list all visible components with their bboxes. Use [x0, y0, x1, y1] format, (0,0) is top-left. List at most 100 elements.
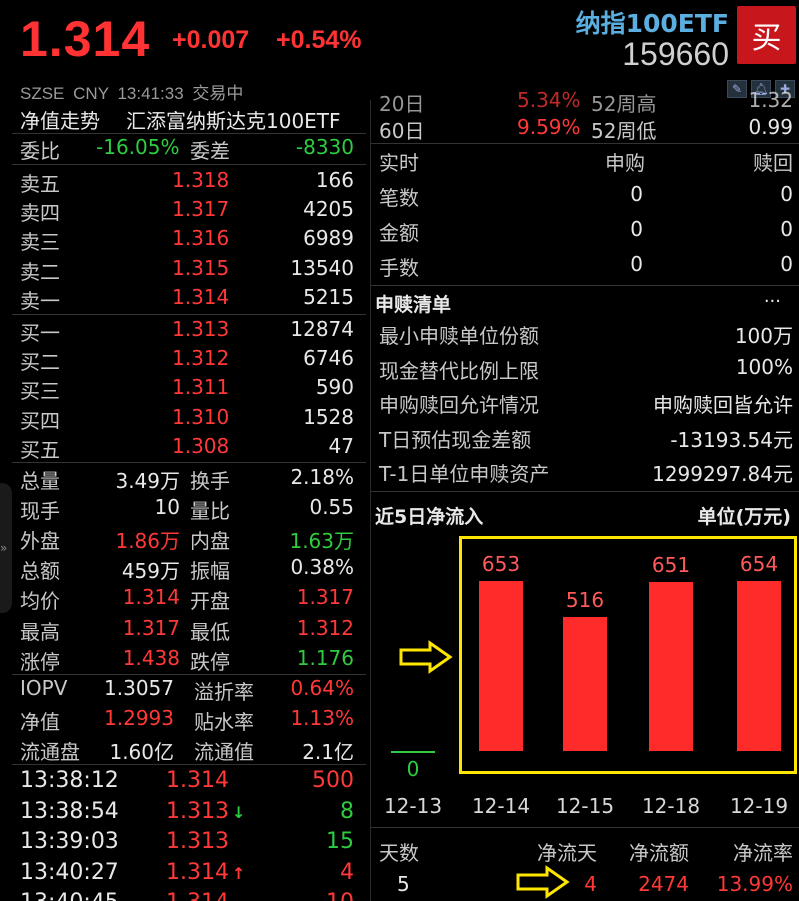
stat-label: 总量: [20, 469, 60, 493]
subscribe-label: 申购: [605, 151, 645, 175]
annotation-arrow-icon: [399, 640, 453, 674]
stat-label: 流通值: [194, 740, 254, 764]
etf-code: 159660: [622, 36, 729, 72]
bar-value-label: 653: [481, 552, 521, 576]
x-tick-label: 12-15: [555, 794, 615, 818]
unit-label: 单位(万元): [697, 506, 791, 528]
chart-bar: [563, 617, 607, 751]
stat-label: 溢折率: [194, 680, 254, 704]
more-button[interactable]: ...: [764, 286, 781, 307]
ask-volume: 4205: [303, 197, 354, 222]
divider: [371, 143, 799, 144]
stat-value: 0.64%: [290, 676, 354, 700]
bid-volume: 590: [315, 375, 354, 400]
ask-label: 卖五: [20, 172, 60, 196]
divider: [371, 285, 799, 286]
redeem-value: 0: [780, 252, 793, 276]
tick-row: 13:38:54 1.313 ↓ 8: [20, 799, 354, 829]
x-tick-label: 12-14: [471, 794, 531, 818]
week52-label: 52周低: [591, 119, 657, 143]
bid-label: 买四: [20, 408, 60, 433]
bid-volume: 47: [328, 433, 354, 458]
stat-row: 涨停 1.438 跌停 1.176: [20, 646, 354, 676]
realtime-row-label: 金额: [379, 221, 419, 245]
redemption-label: 现金替代比例上限: [379, 358, 539, 383]
bid-volume: 6746: [303, 346, 354, 371]
divider: [12, 764, 366, 765]
redemption-label: T日预估现金差额: [379, 427, 532, 452]
stat-label: 均价: [20, 589, 60, 614]
tick-price: 1.314: [166, 890, 229, 901]
stat-value: 1.2993: [104, 706, 174, 730]
stat-value: 1.312: [296, 615, 354, 640]
net-amount-label: 净流额: [629, 841, 689, 865]
tick-time: 13:38:54: [20, 798, 119, 824]
weibi-value: -16.05%: [96, 135, 180, 159]
stat-value: 1.63万: [289, 529, 354, 554]
divider: [12, 462, 366, 463]
bid-price: 1.312: [172, 346, 230, 371]
bid-volume: 12874: [290, 317, 354, 341]
ask-label: 卖四: [20, 201, 60, 226]
divider: [12, 164, 366, 165]
redemption-row: 最小申赎单位份额 100万: [379, 320, 793, 350]
chart-bar: [391, 751, 435, 753]
stat-row: 均价 1.314 开盘 1.317: [20, 585, 354, 615]
redemption-row: T-1日单位申赎资产 1299297.84元: [379, 458, 793, 488]
left-panel: » 净值走势 汇添富纳斯达克100ETF 委比 -16.05% 委差 -8330 卖五 1.3…: [0, 100, 370, 901]
etf-stat-row: IOPV 1.3057 溢折率 0.64%: [20, 676, 354, 706]
stat-value: 1.438: [122, 645, 180, 670]
ask-row: 卖五 1.318 166: [20, 168, 354, 198]
down-arrow-icon: ↓: [232, 802, 246, 822]
collapse-handle[interactable]: »: [0, 483, 12, 613]
net-rate-label: 净流率: [733, 841, 793, 865]
buy-button[interactable]: 买: [737, 6, 796, 64]
bid-label: 买一: [20, 321, 60, 345]
ask-price: 1.315: [172, 255, 230, 280]
bid-row: 买五 1.308 47: [20, 434, 354, 464]
stat-value: 1.60亿: [109, 740, 174, 764]
stat-row: 总量 3.49万 换手 2.18%: [20, 465, 354, 495]
fund-full-name: 汇添富纳斯达克100ETF: [126, 109, 341, 133]
period-value: 9.59%: [517, 115, 581, 139]
x-tick-label: 12-18: [641, 794, 701, 818]
bid-price: 1.313: [172, 317, 230, 341]
flow-summary-header: 天数 净流天 净流额 净流率: [379, 837, 793, 867]
x-tick-label: 12-19: [729, 794, 789, 818]
bid-volume: 1528: [303, 404, 354, 429]
divider: [371, 827, 799, 828]
nav-trend-label: 净值走势: [20, 109, 100, 133]
price-change: +0.007: [172, 26, 250, 54]
redemption-list-title: 申赎清单: [375, 294, 452, 316]
stat-value: 459万: [121, 559, 180, 584]
net-amount-value: 2474: [638, 872, 689, 896]
subscribe-value: 0: [630, 182, 643, 206]
bid-row: 买四 1.310 1528: [20, 405, 354, 435]
days-label: 天数: [379, 841, 419, 865]
redemption-row: 现金替代比例上限 100%: [379, 355, 793, 385]
ask-row: 卖一 1.314 5215: [20, 285, 354, 315]
chart-bar: [479, 581, 523, 751]
tick-row: 13:40:27 1.314 ↑ 4: [20, 860, 354, 890]
stat-label: 总额: [20, 559, 60, 584]
tick-price: 1.313: [166, 829, 229, 854]
ask-volume: 13540: [290, 255, 354, 280]
tick-time: 13:39:03: [20, 829, 119, 854]
stat-value: 2.18%: [290, 465, 354, 489]
ask-label: 卖一: [20, 288, 60, 313]
price-change-percent: +0.54%: [276, 26, 362, 54]
tick-row: 13:40:45 1.314 10: [20, 890, 354, 901]
week52-value: 0.99: [748, 115, 793, 139]
realtime-row-label: 手数: [379, 256, 419, 280]
weicha-value: -8330: [295, 135, 354, 159]
ask-price: 1.314: [172, 284, 230, 309]
tick-row: 13:38:12 1.314 500: [20, 768, 354, 798]
realtime-row-label: 笔数: [379, 186, 419, 210]
ask-price: 1.317: [172, 197, 230, 222]
ask-row: 卖二 1.315 13540: [20, 256, 354, 286]
flow-summary-values: 5 4 2474 13.99%: [379, 872, 793, 901]
ask-volume: 166: [315, 168, 354, 192]
redemption-row: T日预估现金差额 -13193.54元: [379, 424, 793, 454]
stat-label: 外盘: [20, 529, 60, 554]
stat-label: 换手: [190, 469, 230, 493]
